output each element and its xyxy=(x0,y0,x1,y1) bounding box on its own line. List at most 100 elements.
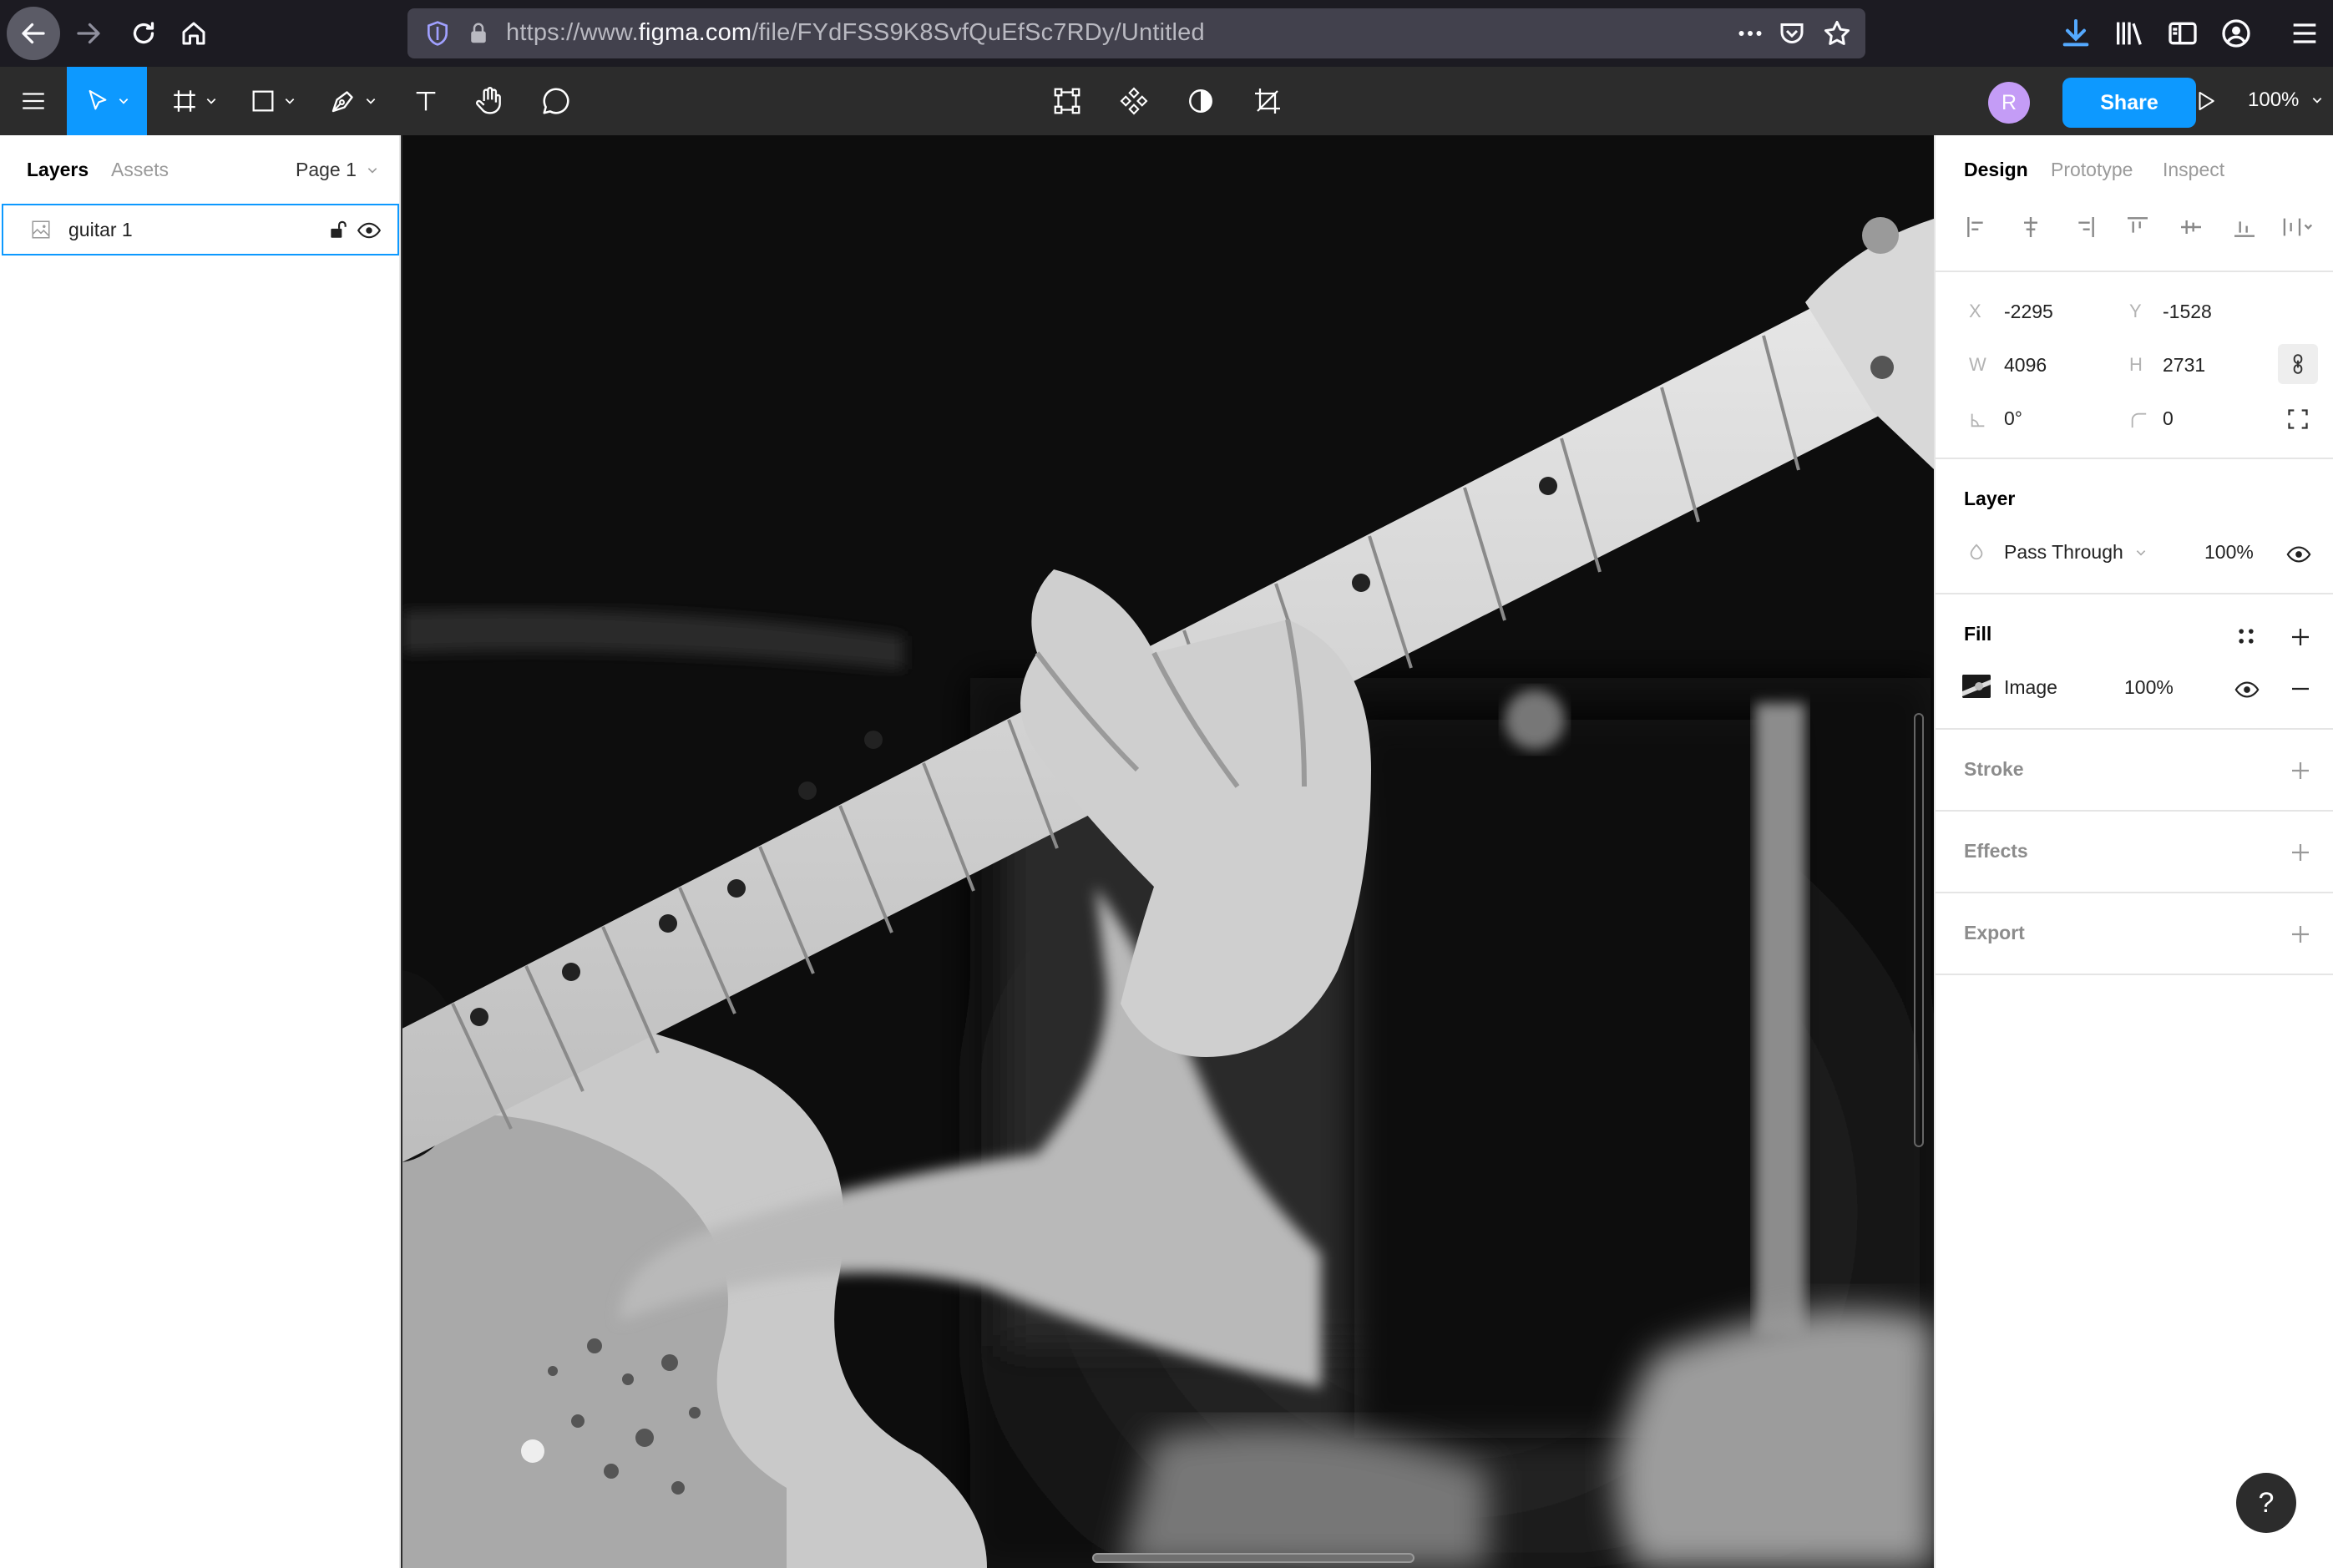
canvas[interactable] xyxy=(402,135,1934,1568)
user-avatar[interactable]: R xyxy=(1988,82,2030,124)
share-button[interactable]: Share xyxy=(2062,78,2196,128)
pen-icon xyxy=(331,91,353,113)
vertical-scrollbar[interactable] xyxy=(1914,713,1924,1147)
component-button[interactable] xyxy=(1109,67,1159,135)
hamburger-icon xyxy=(2293,23,2316,43)
page-dropdown[interactable]: Page 1 xyxy=(296,159,378,181)
rotation-input[interactable]: 0° xyxy=(2004,407,2022,430)
address-bar[interactable]: https://www.figma.com/file/FYdFSS9K8SvfQ… xyxy=(407,8,1865,58)
blend-mode-dropdown[interactable]: Pass Through xyxy=(2004,541,2147,564)
distribute-icon[interactable] xyxy=(2281,214,2318,240)
transform-icon xyxy=(1054,88,1080,114)
tab-assets[interactable]: Assets xyxy=(111,159,169,181)
image-thumbnail-icon xyxy=(1962,675,1991,698)
horizontal-scrollbar[interactable] xyxy=(1092,1553,1414,1563)
page-actions-button[interactable] xyxy=(1735,18,1765,48)
align-horizontal-center-icon[interactable] xyxy=(2017,214,2044,240)
play-icon xyxy=(2199,92,2214,110)
home-button[interactable] xyxy=(167,7,220,60)
pocket-button[interactable] xyxy=(1777,18,1807,48)
align-bottom-icon[interactable] xyxy=(2231,214,2258,240)
width-input[interactable]: 4096 xyxy=(2004,354,2047,377)
frame-tool-button[interactable] xyxy=(164,67,224,135)
background-amp-shape xyxy=(1354,720,1789,1438)
pen-tool-button[interactable] xyxy=(321,67,384,135)
component-icon xyxy=(1120,87,1148,115)
add-fill-icon[interactable] xyxy=(2288,625,2313,650)
align-right-icon[interactable] xyxy=(2071,214,2098,240)
sidebar-button[interactable] xyxy=(2166,17,2199,50)
download-icon xyxy=(2062,19,2089,47)
back-button[interactable] xyxy=(7,7,60,60)
divider xyxy=(1936,728,2333,730)
w-label: W xyxy=(1969,354,1986,375)
hand-icon xyxy=(476,87,501,114)
y-input[interactable]: -1528 xyxy=(2163,301,2212,323)
eye-icon[interactable] xyxy=(2234,680,2260,700)
help-button[interactable]: ? xyxy=(2236,1473,2296,1533)
reload-button[interactable] xyxy=(117,7,170,60)
tab-prototype[interactable]: Prototype xyxy=(2051,159,2133,181)
remove-fill-icon[interactable] xyxy=(2288,676,2313,701)
figma-toolbar xyxy=(0,67,2333,135)
unlock-icon[interactable] xyxy=(327,219,349,240)
move-tool-button[interactable] xyxy=(67,67,147,135)
eye-icon[interactable] xyxy=(2286,544,2311,564)
comment-icon xyxy=(543,88,569,114)
chevron-down-icon xyxy=(366,99,376,104)
tab-layers[interactable]: Layers xyxy=(27,159,89,181)
align-vertical-center-icon[interactable] xyxy=(2178,214,2204,240)
comment-tool-button[interactable] xyxy=(531,67,581,135)
eye-icon[interactable] xyxy=(357,220,381,240)
link-icon xyxy=(2293,354,2303,374)
layer-row[interactable]: guitar 1 xyxy=(2,204,399,255)
mask-button[interactable] xyxy=(1176,67,1226,135)
x-input[interactable]: -2295 xyxy=(2004,301,2053,323)
add-effect-icon[interactable] xyxy=(2288,840,2313,865)
account-button[interactable] xyxy=(2219,17,2253,50)
url-text[interactable]: https://www.figma.com/file/FYdFSS9K8SvfQ… xyxy=(506,19,1205,47)
layer-name: guitar 1 xyxy=(68,219,133,240)
guitar-image[interactable] xyxy=(402,135,1934,1568)
app-menu-button[interactable] xyxy=(2288,17,2321,50)
bookmark-star-button[interactable] xyxy=(1822,18,1852,48)
align-left-icon[interactable] xyxy=(1964,214,1991,240)
library-button[interactable] xyxy=(2113,17,2146,50)
independent-corners-icon[interactable] xyxy=(2286,407,2310,431)
fill-type[interactable]: Image xyxy=(2004,676,2057,699)
downloads-button[interactable] xyxy=(2059,17,2093,50)
lock-icon[interactable] xyxy=(466,20,491,47)
add-export-icon[interactable] xyxy=(2288,922,2313,947)
star-icon xyxy=(1824,21,1850,45)
divider xyxy=(1936,593,2333,594)
forward-button[interactable] xyxy=(62,7,115,60)
tab-design[interactable]: Design xyxy=(1964,159,2028,181)
constrain-proportions-button[interactable] xyxy=(2278,344,2318,384)
zoom-dropdown[interactable]: 100% xyxy=(2248,89,2323,112)
height-input[interactable]: 2731 xyxy=(2163,354,2205,377)
text-tool-button[interactable] xyxy=(401,67,451,135)
fill-opacity-input[interactable]: 100% xyxy=(2124,676,2174,699)
fill-image-swatch[interactable] xyxy=(1962,675,1991,698)
align-top-icon[interactable] xyxy=(2124,214,2151,240)
add-stroke-icon[interactable] xyxy=(2288,758,2313,783)
page-name: Page 1 xyxy=(296,159,357,180)
rectangle-icon xyxy=(252,90,274,112)
hand-tool-button[interactable] xyxy=(464,67,514,135)
divider xyxy=(1936,974,2333,975)
arrow-left-icon xyxy=(22,23,45,44)
background-light-bar xyxy=(1755,703,1805,1338)
shape-tool-button[interactable] xyxy=(242,67,302,135)
crop-button[interactable] xyxy=(1242,67,1293,135)
y-label: Y xyxy=(2129,301,2142,321)
library-icon xyxy=(2117,22,2142,45)
tab-inspect[interactable]: Inspect xyxy=(2163,159,2224,181)
transform-button[interactable] xyxy=(1042,67,1092,135)
tracking-shield-icon[interactable] xyxy=(424,20,451,47)
main-menu-button[interactable] xyxy=(0,67,67,135)
styles-icon[interactable] xyxy=(2234,625,2258,648)
pickguard-screw xyxy=(521,1439,544,1463)
layer-opacity-input[interactable]: 100% xyxy=(2204,541,2254,564)
corner-radius-input[interactable]: 0 xyxy=(2163,407,2174,430)
hamburger-icon xyxy=(23,93,44,109)
